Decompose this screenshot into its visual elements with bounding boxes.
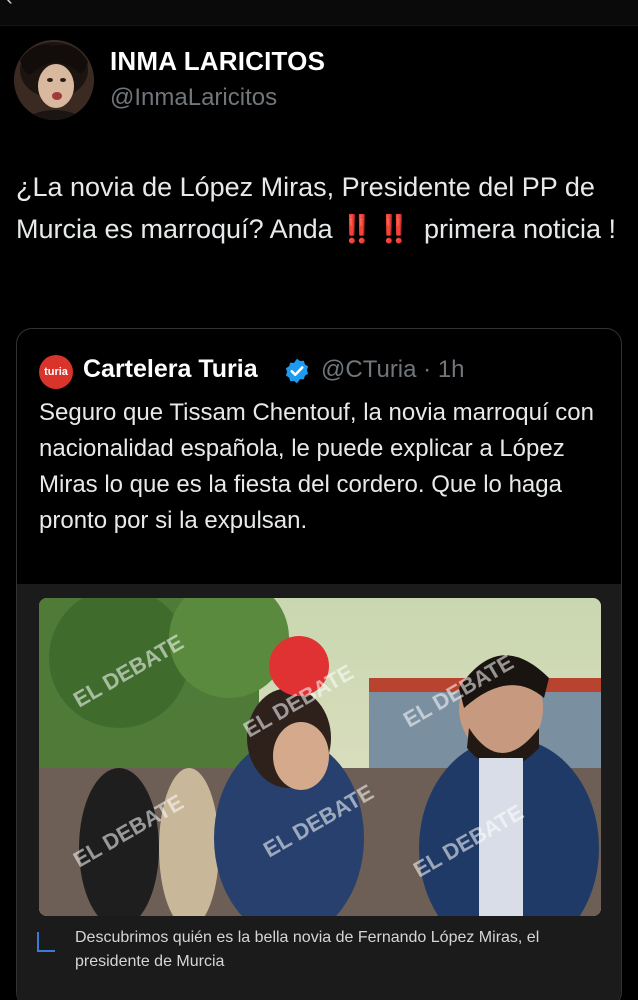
quoted-handle-time[interactable]: @CTuria · 1h <box>321 356 465 384</box>
link-corner-icon <box>37 932 55 952</box>
post-text-part2: primera noticia ! <box>416 214 617 244</box>
link-card[interactable]: EL DEBATE EL DEBATE EL DEBATE EL DEBATE … <box>17 584 621 1000</box>
back-arrow-icon[interactable]: ‹ <box>6 0 13 11</box>
quoted-author-name[interactable]: Cartelera Turia <box>83 355 258 384</box>
quoted-post-text: Seguro que Tissam Chentouf, la novia mar… <box>39 399 594 534</box>
avatar[interactable] <box>14 40 94 120</box>
post-text: ¿La novia de López Miras, Presidente del… <box>16 166 622 250</box>
quoted-post-header: turia Cartelera Turia @CTuria · 1h <box>39 353 609 389</box>
post-author: INMA LARICITOS @InmaLaricitos <box>14 38 624 124</box>
quoted-author-avatar[interactable]: turia <box>39 355 73 389</box>
author-name[interactable]: INMA LARICITOS <box>110 46 325 77</box>
author-handle[interactable]: @InmaLaricitos <box>110 84 277 112</box>
double-exclamation-emoji: ‼️ ‼️ <box>340 214 411 244</box>
quoted-post[interactable]: turia Cartelera Turia @CTuria · 1h Segur… <box>16 328 622 1000</box>
link-card-image[interactable]: EL DEBATE EL DEBATE EL DEBATE EL DEBATE … <box>39 598 601 916</box>
top-bar: ‹ <box>0 0 638 26</box>
verified-badge-icon <box>285 358 309 384</box>
link-card-caption[interactable]: Descubrimos quién es la bella novia de F… <box>75 926 595 974</box>
